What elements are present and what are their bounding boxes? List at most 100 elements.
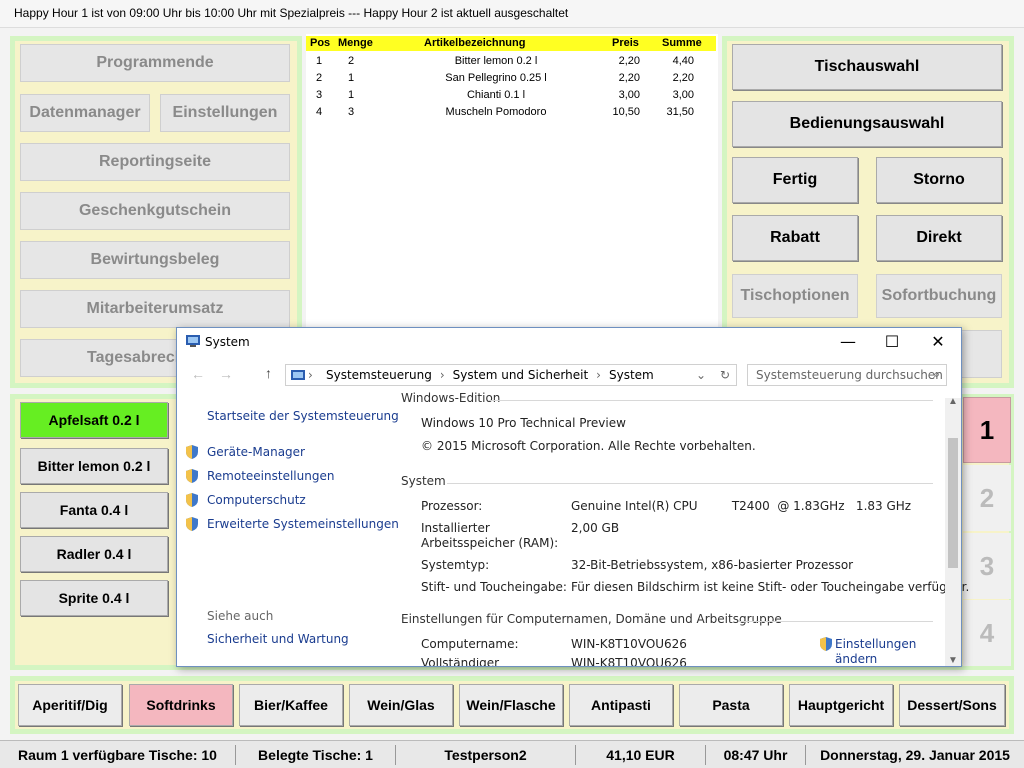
mitarbeiterumsatz-button[interactable]: Mitarbeiterumsatz xyxy=(20,290,290,328)
bedienungsauswahl-button[interactable]: Bedienungsauswahl xyxy=(732,101,1002,147)
refresh-icon[interactable]: ↻ xyxy=(720,368,730,382)
numpad-4[interactable]: 4 xyxy=(963,600,1011,666)
category-tab[interactable]: Wein/Glas xyxy=(349,684,453,726)
cell-pos: 2 xyxy=(316,72,323,84)
rabatt-button[interactable]: Rabatt xyxy=(732,215,858,261)
sidebar-link-schutz[interactable]: Computerschutz xyxy=(207,493,306,507)
product-button[interactable]: Bitter lemon 0.2 l xyxy=(20,448,168,484)
product-button[interactable]: Fanta 0.4 l xyxy=(20,492,168,528)
header-pos: Pos xyxy=(310,37,331,49)
search-input[interactable]: Systemsteuerung durchsuchen ⌕ xyxy=(747,364,947,386)
breadcrumb-item[interactable]: System xyxy=(609,368,654,382)
up-arrow-icon[interactable]: ↑ xyxy=(265,365,272,381)
window-titlebar[interactable]: System — ☐ ✕ xyxy=(177,328,961,354)
shield-icon xyxy=(186,445,198,459)
category-tab[interactable]: Softdrinks xyxy=(129,684,233,726)
header-summe: Summe xyxy=(662,37,702,49)
cell-menge: 2 xyxy=(348,55,355,67)
happy-hour-bar: Happy Hour 1 ist von 09:00 Uhr bis 10:00… xyxy=(0,0,1024,28)
system-window: System — ☐ ✕ ← → ↑ › Systemsteuerung › S… xyxy=(176,327,969,667)
product-button[interactable]: Radler 0.4 l xyxy=(20,536,168,572)
fertig-button[interactable]: Fertig xyxy=(732,157,858,203)
close-icon[interactable]: ✕ xyxy=(915,328,961,354)
einstellungen-button[interactable]: Einstellungen xyxy=(160,94,290,132)
back-arrow-icon[interactable]: ← xyxy=(191,366,205,382)
ram-label: Installierter Arbeitsspeicher (RAM): xyxy=(421,521,559,550)
breadcrumb-separator-icon: › xyxy=(596,368,601,382)
shield-icon xyxy=(186,517,198,531)
shield-icon xyxy=(186,469,198,483)
direkt-button[interactable]: Direkt xyxy=(876,215,1002,261)
storno-button[interactable]: Storno xyxy=(876,157,1002,203)
minimize-icon[interactable]: — xyxy=(825,328,871,354)
scroll-up-icon[interactable]: ▲ xyxy=(948,396,958,407)
product-button[interactable]: Sprite 0.4 l xyxy=(20,580,168,616)
cell-artikel: San Pellegrino 0.25 l xyxy=(445,72,547,84)
chevron-down-icon[interactable]: ⌄ xyxy=(696,368,706,382)
cell-pos: 3 xyxy=(316,89,323,101)
category-tab[interactable]: Bier/Kaffee xyxy=(239,684,343,726)
numpad-2[interactable]: 2 xyxy=(963,465,1011,531)
system-header: System xyxy=(401,474,446,488)
cell-preis: 2,20 xyxy=(618,55,640,67)
processor-label: Prozessor: xyxy=(421,499,483,513)
breadcrumb-item[interactable]: System und Sicherheit xyxy=(453,368,589,382)
cell-summe: 3,00 xyxy=(672,89,694,101)
table-row[interactable]: 2 1 San Pellegrino 0.25 l 2,20 2,20 xyxy=(306,71,716,87)
computername-label: Computername: xyxy=(421,637,519,651)
table-row[interactable]: 3 1 Chianti 0.1 l 3,00 3,00 xyxy=(306,88,716,104)
bewirtungsbeleg-button[interactable]: Bewirtungsbeleg xyxy=(20,241,290,279)
copyright-text: © 2015 Microsoft Corporation. Alle Recht… xyxy=(421,439,756,453)
status-zeit: 08:47 Uhr xyxy=(706,744,806,765)
sidebar-link-remote[interactable]: Remoteeinstellungen xyxy=(207,469,334,483)
numpad-1[interactable]: 1 xyxy=(963,397,1011,463)
happy-hour-text: Happy Hour 1 ist von 09:00 Uhr bis 10:00… xyxy=(14,6,569,20)
search-icon[interactable]: ⌕ xyxy=(933,367,940,382)
sidebar-link-sicherheit[interactable]: Sicherheit und Wartung xyxy=(207,632,349,646)
shield-icon xyxy=(186,493,198,507)
category-tab[interactable]: Wein/Flasche xyxy=(459,684,563,726)
search-placeholder: Systemsteuerung durchsuchen xyxy=(756,368,943,382)
maximize-icon[interactable]: ☐ xyxy=(869,328,915,354)
header-preis: Preis xyxy=(612,37,639,49)
computername-value: WIN-K8T10VOU626 xyxy=(571,637,687,651)
programmende-button[interactable]: Programmende xyxy=(20,44,290,82)
sofortbuchung-button[interactable]: Sofortbuchung xyxy=(876,274,1002,318)
header-artikel: Artikelbezeichnung xyxy=(424,37,526,49)
category-tab[interactable]: Hauptgericht xyxy=(789,684,893,726)
sidebar-home-link[interactable]: Startseite der Systemsteuerung xyxy=(207,409,399,423)
reportingseite-button[interactable]: Reportingseite xyxy=(20,143,290,181)
tischauswahl-button[interactable]: Tischauswahl xyxy=(732,44,1002,90)
control-panel-icon xyxy=(291,370,305,380)
category-tab[interactable]: Aperitif/Dig xyxy=(18,684,122,726)
full-name-label: Vollständiger xyxy=(421,658,500,666)
breadcrumb-item[interactable]: Systemsteuerung xyxy=(326,368,432,382)
scrollbar-thumb[interactable] xyxy=(948,438,958,568)
edition-value: Windows 10 Pro Technical Preview xyxy=(421,416,626,430)
cell-artikel: Muscheln Pomodoro xyxy=(445,106,547,118)
tischoptionen-button[interactable]: Tischoptionen xyxy=(732,274,858,318)
scroll-down-icon[interactable]: ▼ xyxy=(948,655,958,666)
category-tab[interactable]: Antipasti xyxy=(569,684,673,726)
scrollbar[interactable]: ▲ ▼ xyxy=(945,396,961,666)
category-tab[interactable]: Pasta xyxy=(679,684,783,726)
category-tab[interactable]: Dessert/Sons xyxy=(899,684,1005,726)
clipped-row: Vollständiger WIN-K8T10VOU626 xyxy=(407,658,927,666)
breadcrumb-separator-icon: › xyxy=(308,368,313,382)
product-button[interactable]: Apfelsaft 0.2 l xyxy=(20,402,168,438)
address-bar[interactable]: › Systemsteuerung › System und Sicherhei… xyxy=(285,364,737,386)
datenmanager-button[interactable]: Datenmanager xyxy=(20,94,150,132)
table-row[interactable]: 1 2 Bitter lemon 0.2 l 2,20 4,40 xyxy=(306,54,716,70)
divider xyxy=(739,621,933,622)
shield-icon xyxy=(820,637,832,651)
numpad-3[interactable]: 3 xyxy=(963,533,1011,599)
sidebar-link-erweitert[interactable]: Erweiterte Systemeinstellungen xyxy=(207,517,399,531)
status-bar: Raum 1 verfügbare Tische: 10 Belegte Tis… xyxy=(0,740,1024,768)
geschenkgutschein-button[interactable]: Geschenkgutschein xyxy=(20,192,290,230)
table-row[interactable]: 4 3 Muscheln Pomodoro 10,50 31,50 xyxy=(306,105,716,121)
order-table-header: Pos Menge Artikelbezeichnung Preis Summe xyxy=(306,36,716,51)
status-raum: Raum 1 verfügbare Tische: 10 xyxy=(0,744,236,765)
sidebar-link-geraete[interactable]: Geräte-Manager xyxy=(207,445,305,459)
forward-arrow-icon[interactable]: → xyxy=(219,366,233,382)
pen-touch-label: Stift- und Toucheingabe: xyxy=(421,580,567,594)
